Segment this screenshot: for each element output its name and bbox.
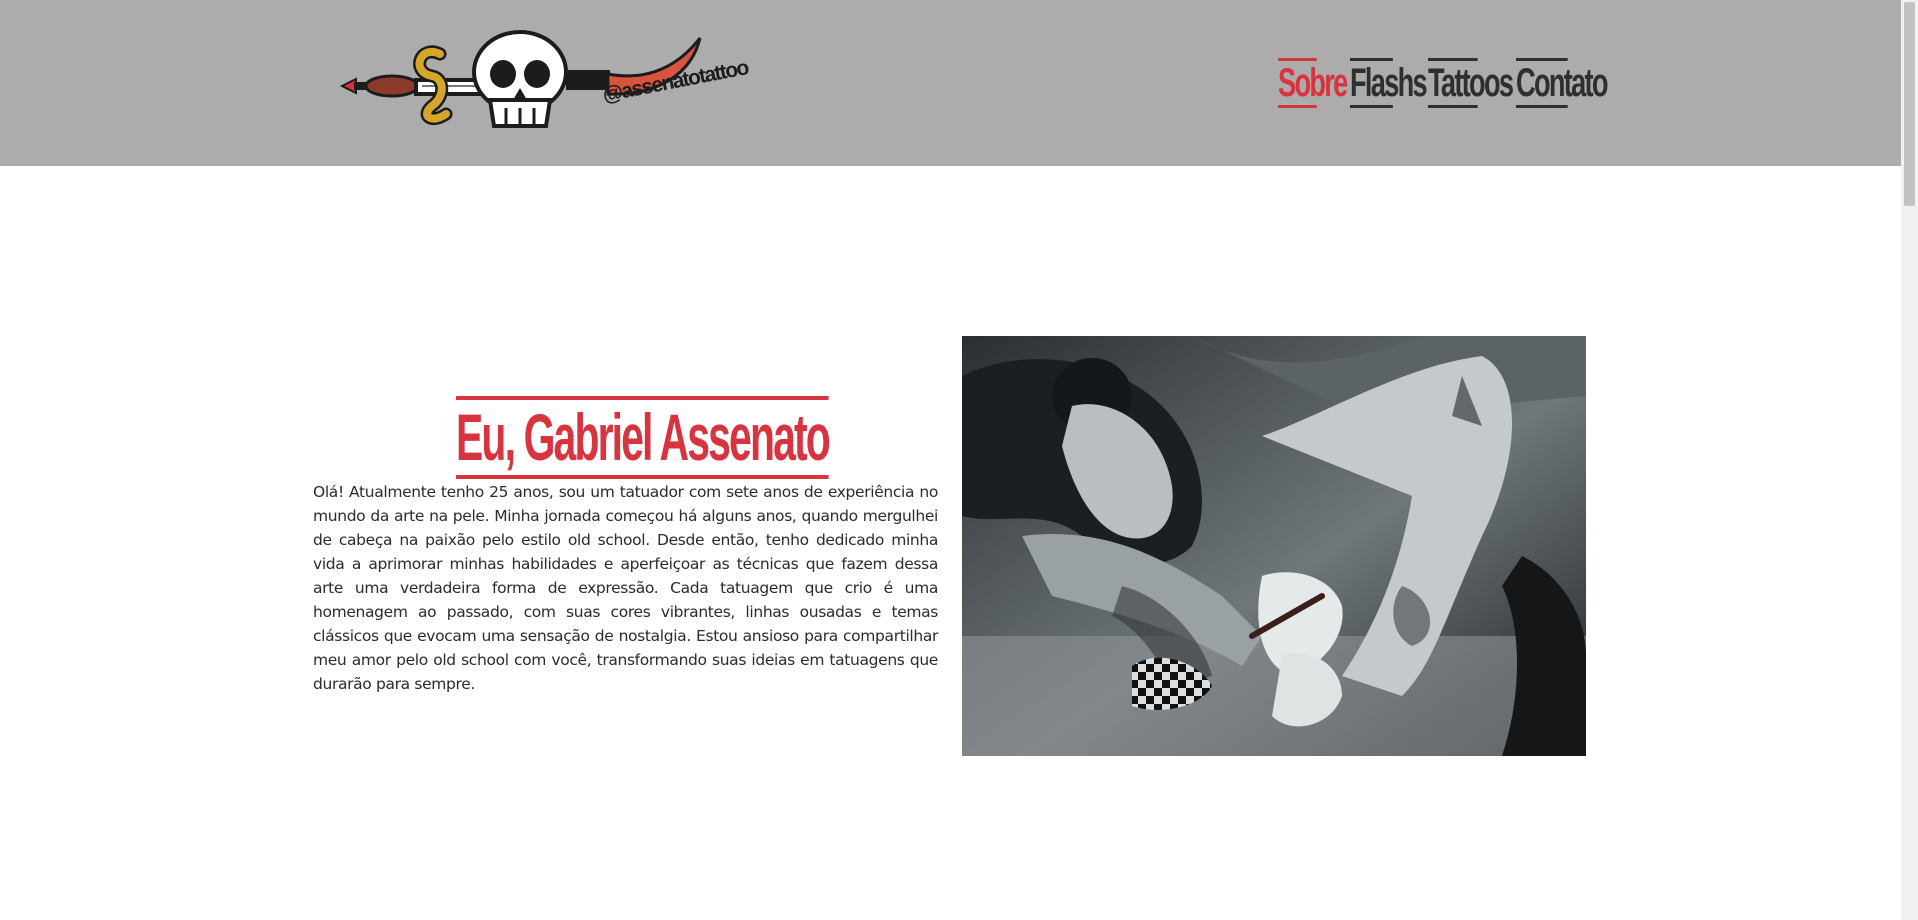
tattoo-artist-photo <box>962 336 1586 756</box>
about-title: Eu, Gabriel Assenato <box>456 396 831 480</box>
about-heading-wrap: Eu, Gabriel Assenato <box>456 352 831 480</box>
about-bio: Olá! Atualmente tenho 25 anos, sou um ta… <box>313 483 938 693</box>
tattoo-artist-photo-image <box>962 336 1586 756</box>
page-scrollbar[interactable] <box>1901 0 1918 920</box>
site-header: @assenatotattoo Sobre Flashs Tattoos Con… <box>0 0 1901 166</box>
logo-link[interactable]: @assenatotattoo <box>339 24 750 134</box>
nav-link-sobre[interactable]: Sobre <box>1278 58 1348 108</box>
nav-link-flashs[interactable]: Flashs <box>1350 58 1428 108</box>
main-nav: Sobre Flashs Tattoos Contato <box>1278 58 1609 108</box>
nav-link-contato[interactable]: Contato <box>1516 58 1609 108</box>
nav-link-tattoos[interactable]: Tattoos <box>1428 58 1514 108</box>
scrollbar-thumb[interactable] <box>1904 2 1915 206</box>
